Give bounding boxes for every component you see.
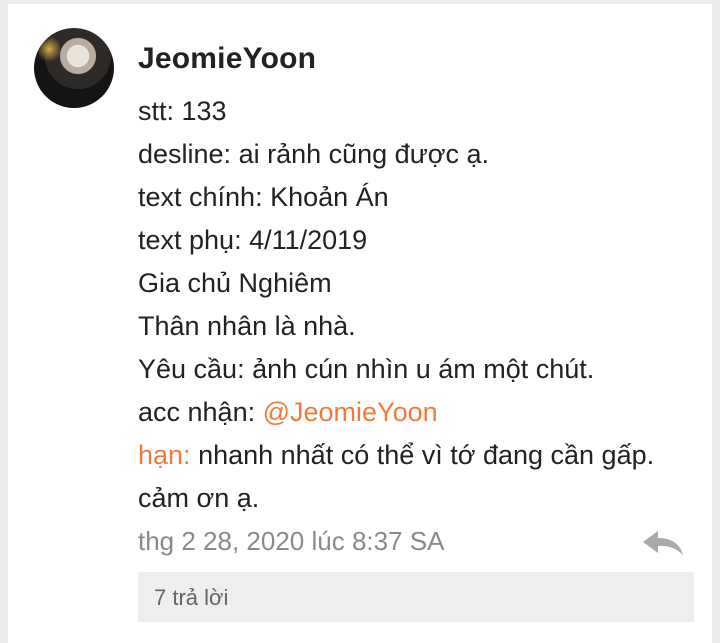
comment-card: JeomieYoon stt: 133 desline: ai rảnh cũn… bbox=[8, 4, 712, 643]
body-line-deadline-due: hạn: nhanh nhất có thể vì tớ đang cần gấ… bbox=[138, 434, 654, 477]
body-line-deadline: desline: ai rảnh cũng được ạ. bbox=[138, 139, 489, 169]
body-line-request: Yêu cầu: ảnh cún nhìn u ám một chút. bbox=[138, 354, 595, 384]
replies-count-label: 7 trả lời bbox=[154, 585, 229, 610]
user-mention-link[interactable]: @JeomieYoon bbox=[263, 397, 438, 427]
avatar[interactable] bbox=[34, 28, 114, 108]
body-line-sub-text: text phụ: 4/11/2019 bbox=[138, 225, 368, 255]
reply-arrow-icon[interactable] bbox=[640, 528, 686, 558]
deadline-hashtag-link[interactable]: hạn: bbox=[138, 440, 191, 470]
account-label: acc nhận: bbox=[138, 397, 263, 427]
deadline-text: nhanh nhất có thể vì tớ đang cần gấp. bbox=[190, 440, 655, 470]
body-line-relatives: Thân nhân là nhà. bbox=[138, 311, 356, 341]
comment-body: stt: 133 desline: ai rảnh cũng được ạ. t… bbox=[138, 90, 654, 520]
body-line-main-text: text chính: Khoản Án bbox=[138, 182, 389, 212]
avatar-glow bbox=[38, 34, 60, 64]
body-line-family: Gia chủ Nghiêm bbox=[138, 268, 332, 298]
comment-timestamp: thg 2 28, 2020 lúc 8:37 SA bbox=[138, 526, 445, 556]
body-line-account: acc nhận: @JeomieYoon bbox=[138, 391, 654, 434]
body-line-thanks: cảm ơn ạ. bbox=[138, 483, 260, 513]
body-line-stt: stt: 133 bbox=[138, 96, 227, 126]
view-replies-button[interactable]: 7 trả lời bbox=[138, 572, 694, 622]
username[interactable]: JeomieYoon bbox=[138, 42, 316, 76]
